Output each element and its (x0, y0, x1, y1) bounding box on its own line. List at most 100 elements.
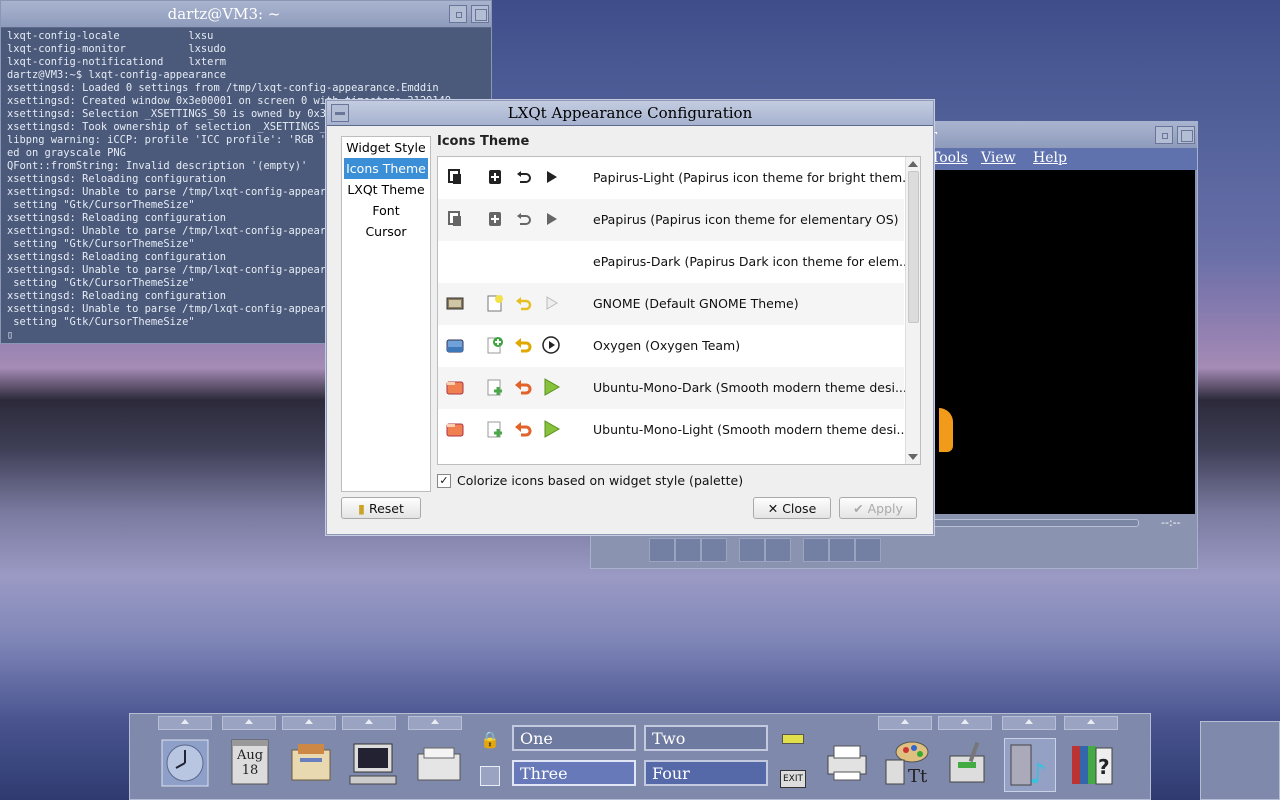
icon-theme-list: Papirus-Light (Papirus icon theme for br… (437, 156, 921, 465)
style-manager-icon[interactable]: Tt (882, 738, 932, 790)
theme-row[interactable]: ePapirus-Dark (Papirus Dark icon theme f… (438, 241, 911, 283)
terminal-titlebar[interactable]: dartz@VM3: ~ (1, 1, 491, 28)
theme-row[interactable]: GNOME (Default GNOME Theme) (438, 283, 904, 325)
front-panel: Aug 18 🔒 One Two Three Four EXIT Tt ♪ ? (129, 713, 1151, 800)
subpanel-toggle[interactable] (342, 716, 396, 730)
list-scrollbar[interactable] (905, 157, 920, 464)
control-button[interactable] (701, 538, 727, 562)
theme-row[interactable]: Ubuntu-Mono-Light (Smooth modern theme d… (438, 409, 908, 451)
workspace-one[interactable]: One (512, 725, 636, 751)
window-menu-button[interactable] (331, 104, 349, 122)
theme-name: ePapirus-Dark (Papirus Dark icon theme f… (593, 254, 911, 269)
subpanel-toggle[interactable] (282, 716, 336, 730)
printer-icon[interactable] (822, 738, 872, 790)
theme-row[interactable]: ePapirus (Papirus icon theme for element… (438, 199, 904, 241)
folder-icon (446, 210, 464, 228)
theme-row[interactable]: Ubuntu-Mono-Dark (Smooth modern theme de… (438, 367, 907, 409)
subpanel-toggle[interactable] (222, 716, 276, 730)
terminal-app-icon[interactable] (348, 738, 398, 790)
undo-icon (514, 378, 532, 396)
maximize-button[interactable] (471, 5, 489, 23)
control-button[interactable] (649, 538, 675, 562)
file-manager-icon[interactable] (286, 738, 336, 790)
control-button[interactable] (765, 538, 791, 562)
control-button[interactable] (675, 538, 701, 562)
screen-blank-icon[interactable] (480, 766, 500, 786)
document-new-icon (486, 336, 504, 354)
app-manager-icon[interactable] (944, 738, 994, 790)
subpanel-toggle[interactable] (878, 716, 932, 730)
fullscreen-button[interactable] (739, 538, 765, 562)
sidebar-item-lxqt-theme[interactable]: LXQt Theme (342, 179, 430, 200)
seek-bar[interactable] (921, 519, 1139, 527)
clock-icon[interactable] (160, 738, 210, 790)
calendar-day: 18 (241, 763, 259, 778)
subpanel-toggle[interactable] (1064, 716, 1118, 730)
theme-row[interactable]: Oxygen (Oxygen Team) (438, 325, 904, 367)
sidebar-item-font[interactable]: Font (342, 200, 430, 221)
control-button[interactable] (855, 538, 881, 562)
mail-icon[interactable] (414, 738, 464, 790)
workspace-three[interactable]: Three (512, 760, 636, 786)
play-icon (542, 210, 560, 228)
undo-icon (514, 420, 532, 438)
activity-light-icon (782, 734, 804, 744)
scroll-down-icon[interactable] (908, 454, 918, 460)
theme-row[interactable]: Papirus-Light (Papirus icon theme for br… (438, 157, 914, 199)
document-new-icon (486, 294, 504, 312)
sidebar-item-widget-style[interactable]: Widget Style (342, 137, 430, 158)
apply-button[interactable]: ✔ Apply (839, 497, 917, 519)
minimize-button[interactable] (1155, 126, 1173, 144)
folder-icon (446, 168, 464, 186)
subpanel-toggle[interactable] (158, 716, 212, 730)
colorize-checkbox[interactable]: ✓ Colorize icons based on widget style (… (437, 473, 743, 488)
document-new-icon (486, 420, 504, 438)
exit-button[interactable]: EXIT (780, 770, 806, 788)
scrollbar-thumb[interactable] (908, 171, 919, 323)
appearance-dialog[interactable]: LXQt Appearance Configuration Widget Sty… (326, 100, 934, 535)
folder-icon (446, 420, 464, 438)
help-icon[interactable]: ? (1068, 738, 1118, 790)
calendar-icon[interactable]: Aug 18 (226, 738, 276, 790)
control-button[interactable] (803, 538, 829, 562)
calendar-month: Aug (236, 748, 264, 763)
dialog-titlebar[interactable]: LXQt Appearance Configuration (327, 101, 933, 126)
undo-icon (514, 294, 532, 312)
folder-icon (446, 336, 464, 354)
svg-text:?: ? (1098, 755, 1110, 779)
reset-label: Reset (368, 500, 404, 516)
trash-panel[interactable] (1200, 721, 1280, 800)
lock-icon[interactable]: 🔒 (480, 730, 500, 750)
vlc-cone-icon (939, 408, 953, 452)
theme-name: GNOME (Default GNOME Theme) (593, 296, 799, 311)
menu-help[interactable]: Help (1033, 150, 1067, 166)
multimedia-icon[interactable]: ♪ (1004, 738, 1056, 792)
workspace-four[interactable]: Four (644, 760, 768, 786)
theme-name: Papirus-Light (Papirus icon theme for br… (593, 170, 915, 185)
menu-view[interactable]: View (981, 150, 1016, 166)
svg-text:♪: ♪ (1029, 757, 1047, 790)
close-button[interactable]: ✕ Close (753, 497, 831, 519)
minimize-button[interactable] (449, 5, 467, 23)
control-button[interactable] (829, 538, 855, 562)
subpanel-toggle[interactable] (408, 716, 462, 730)
sidebar-item-cursor[interactable]: Cursor (342, 221, 430, 242)
scroll-up-icon[interactable] (908, 161, 918, 167)
close-icon: ✕ (767, 500, 779, 516)
subpanel-toggle[interactable] (938, 716, 992, 730)
svg-text:Tt: Tt (908, 766, 928, 787)
colorize-label: Colorize icons based on widget style (pa… (457, 473, 744, 488)
player-controls (597, 534, 1187, 562)
apply-label: Apply (867, 500, 903, 516)
checkbox-box[interactable]: ✓ (437, 473, 451, 488)
reset-button[interactable]: ▮ Reset (341, 497, 421, 519)
menu-tools[interactable]: Tools (931, 150, 968, 166)
workspace-two[interactable]: Two (644, 725, 768, 751)
maximize-button[interactable] (1177, 126, 1195, 144)
subpanel-toggle[interactable] (1002, 716, 1056, 730)
undo-icon (514, 210, 532, 228)
category-list: Widget Style Icons Theme LXQt Theme Font… (341, 136, 431, 492)
sidebar-item-icons-theme[interactable]: Icons Theme (344, 158, 428, 179)
play-icon (542, 168, 560, 186)
theme-name: ePapirus (Papirus icon theme for element… (593, 212, 899, 227)
